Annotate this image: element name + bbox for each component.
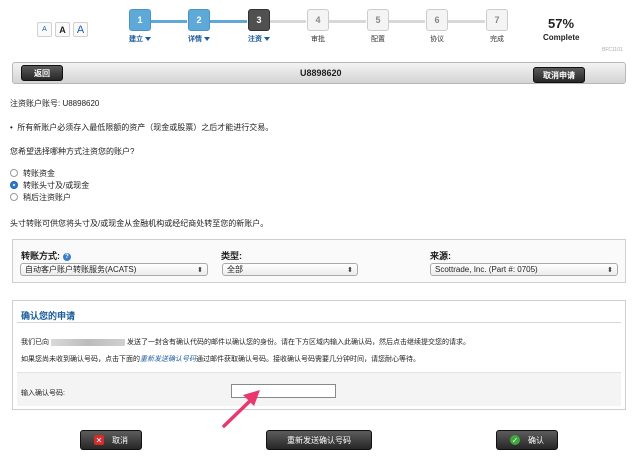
divider (17, 322, 621, 323)
step-number: 7 (486, 9, 508, 31)
step-label: 协议 (430, 36, 444, 43)
type-select[interactable]: 全部 ⬍ (222, 263, 358, 276)
step-create[interactable]: 1 建立 (110, 9, 170, 44)
option-label: 转账头寸及/或现金 (23, 181, 90, 190)
step-configuration: 5 配置 (348, 9, 408, 44)
help-icon[interactable]: ? (63, 252, 71, 261)
check-icon: ✓ (510, 435, 520, 445)
step-details[interactable]: 2 详情 (169, 9, 229, 44)
resend-link[interactable]: 重新发送确认号码 (140, 356, 196, 363)
account-title: U8898620 (300, 68, 342, 78)
page-code: BFC1101 (602, 47, 623, 53)
method-select[interactable]: 自动客户账户转账服务(ACATS) ⬍ (20, 263, 208, 276)
select-arrow-icon: ⬍ (347, 267, 353, 274)
chevron-down-icon (264, 37, 270, 42)
method-label: 转账方式:? (21, 249, 71, 262)
account-number-line: 注资账户账号: U8898620 (10, 99, 100, 108)
option-label: 稍后注资账户 (23, 193, 71, 202)
progress-percent: 57% (548, 16, 575, 31)
step-complete: 7 完成 (467, 9, 527, 44)
step-number: 3 (248, 9, 270, 31)
step-label: 审批 (311, 36, 325, 43)
cancel-button[interactable]: ✕ 取消 (80, 430, 142, 450)
step-number: 4 (307, 9, 329, 31)
notice-text: • 所有新账户必须存入最低限额的资产（现金或股票）之后才能进行交易。 (10, 123, 274, 132)
step-label: 配置 (371, 36, 385, 43)
close-icon: ✕ (94, 435, 104, 445)
cancel-application-button[interactable]: 取消申请 (533, 67, 585, 83)
confirm-line-2: 如果您尚未收到确认号码，点击下面的重新发送确认号码通过邮件获取确认号码。接收确认… (21, 356, 420, 363)
select-arrow-icon: ⬍ (607, 267, 613, 274)
step-label: 完成 (490, 36, 504, 43)
resend-code-button[interactable]: 重新发送确认号码 (266, 430, 372, 450)
step-number: 5 (367, 9, 389, 31)
step-approval: 4 审批 (288, 9, 348, 44)
step-label: 详情 (188, 36, 202, 43)
step-funding[interactable]: 3 注资 (229, 9, 289, 44)
funding-question: 您希望选择哪种方式注资您的账户? (10, 147, 135, 156)
font-size-medium-button[interactable]: A (55, 22, 70, 37)
chevron-down-icon (204, 37, 210, 42)
source-label: 来源: (430, 251, 451, 261)
radio-fund-later[interactable] (10, 193, 18, 201)
step-number: 6 (426, 9, 448, 31)
confirm-button[interactable]: ✓ 确认 (496, 430, 558, 450)
step-agreement: 6 协议 (407, 9, 467, 44)
option-label: 转账资金 (23, 169, 55, 178)
step-number: 2 (188, 9, 210, 31)
step-label: 注资 (248, 36, 262, 43)
select-arrow-icon: ⬍ (197, 267, 203, 274)
step-number: 1 (129, 9, 151, 31)
arrow-annotation-icon (222, 390, 260, 428)
progress-label: Complete (543, 33, 580, 42)
confirm-code-label: 输入确认号码: (21, 390, 65, 397)
transfer-description: 头寸转账可供您将头寸及/或现金从金融机构或经纪商处转至您的新账户。 (10, 219, 269, 228)
font-size-large-button[interactable]: A (73, 22, 88, 37)
radio-transfer-positions[interactable] (10, 181, 18, 189)
source-select[interactable]: Scottrade, Inc. (Part #: 0705) ⬍ (430, 263, 618, 276)
redacted-email (51, 338, 125, 346)
back-button[interactable]: 返回 (21, 65, 63, 81)
confirm-line-1: 我们已向 发送了一封含有确认代码的邮件以确认您的身份。请在下方区域内输入此确认码，… (21, 338, 470, 346)
transfer-panel (12, 239, 626, 283)
chevron-down-icon (145, 37, 151, 42)
confirm-title: 确认您的申请 (21, 311, 76, 321)
font-size-small-button[interactable]: A (37, 22, 52, 37)
type-label: 类型: (221, 251, 242, 261)
step-label: 建立 (129, 36, 143, 43)
radio-transfer-funds[interactable] (10, 169, 18, 177)
